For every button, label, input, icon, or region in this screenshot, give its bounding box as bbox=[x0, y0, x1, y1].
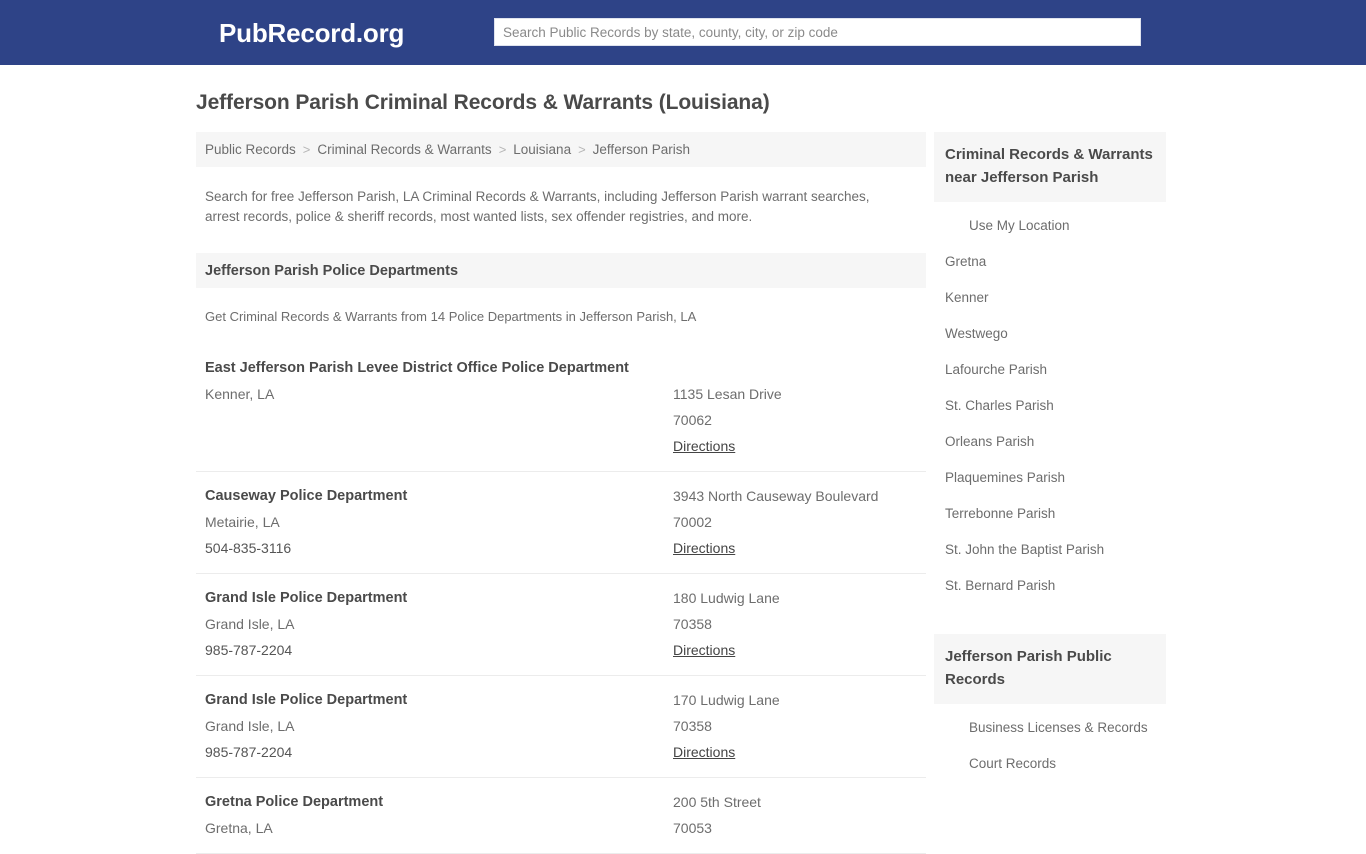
section-header: Jefferson Parish Police Departments bbox=[196, 253, 926, 288]
page-container: Jefferson Parish Criminal Records & Warr… bbox=[0, 65, 1366, 854]
sidebar-nearby-item-5[interactable]: Lafourche Parish bbox=[934, 352, 1166, 388]
listing-right-column: 1135 Lesan Drive 70062 Directions bbox=[673, 355, 917, 459]
breadcrumb-item-4: Jefferson Parish bbox=[592, 142, 690, 157]
breadcrumb-item-3[interactable]: Louisiana bbox=[513, 142, 571, 157]
listing-row: Gretna Police Department Gretna, LA 200 5t… bbox=[196, 778, 926, 854]
listing-city-state: Grand Isle, LA bbox=[205, 718, 295, 734]
main-column: Public Records > Criminal Records & Warran… bbox=[196, 132, 926, 854]
sidebar-nearby-item-3[interactable]: Kenner bbox=[934, 280, 1166, 316]
search-box bbox=[494, 18, 1141, 46]
listing-zip: 70002 bbox=[673, 514, 712, 530]
intro-paragraph: Search for free Jefferson Parish, LA Cri… bbox=[205, 189, 870, 224]
listing-zip: 70358 bbox=[673, 718, 712, 734]
sidebar-nearby-item-11[interactable]: St. Bernard Parish bbox=[934, 568, 1166, 604]
listings-table: East Jefferson Parish Levee District Off… bbox=[196, 344, 926, 854]
directions-link[interactable]: Directions bbox=[673, 739, 735, 765]
listing-name[interactable]: Gretna Police Department bbox=[205, 789, 673, 815]
listing-street-address: 1135 Lesan Drive bbox=[673, 386, 782, 402]
listing-phone[interactable]: 504-835-3116 bbox=[205, 535, 673, 561]
directions-link[interactable]: Directions bbox=[673, 433, 735, 459]
listing-left-column: East Jefferson Parish Levee District Off… bbox=[205, 355, 673, 459]
content-columns: Public Records > Criminal Records & Warran… bbox=[196, 132, 1366, 854]
listing-city-state: Grand Isle, LA bbox=[205, 616, 295, 632]
sidebar-nearby-item-7[interactable]: Orleans Parish bbox=[934, 424, 1166, 460]
listing-row: Causeway Police Department Metairie, LA 50… bbox=[196, 472, 926, 574]
site-header: PubRecord.org bbox=[0, 0, 1366, 65]
listing-phone[interactable]: 985-787-2204 bbox=[205, 637, 673, 663]
listing-street-address: 170 Ludwig Lane bbox=[673, 692, 780, 708]
sidebar-nearby-item-10[interactable]: St. John the Baptist Parish bbox=[934, 532, 1166, 568]
listing-zip: 70062 bbox=[673, 412, 712, 428]
listing-city-state: Metairie, LA bbox=[205, 514, 280, 530]
sidebar-public-record-item-2[interactable]: Court Records bbox=[934, 746, 1166, 782]
directions-link[interactable]: Directions bbox=[673, 535, 735, 561]
listing-right-column: 3943 North Causeway Boulevard 70002 Direct… bbox=[673, 483, 917, 561]
listing-row: East Jefferson Parish Levee District Off… bbox=[196, 344, 926, 472]
listing-row: Grand Isle Police Department Grand Isle, … bbox=[196, 574, 926, 676]
listing-name[interactable]: Grand Isle Police Department bbox=[205, 687, 673, 713]
listing-row: Grand Isle Police Department Grand Isle, … bbox=[196, 676, 926, 778]
listing-left-column: Gretna Police Department Gretna, LA bbox=[205, 789, 673, 841]
breadcrumb-separator: > bbox=[498, 142, 507, 157]
listing-phone[interactable]: 985-787-2204 bbox=[205, 739, 673, 765]
site-logo[interactable]: PubRecord.org bbox=[219, 19, 404, 47]
listing-left-column: Grand Isle Police Department Grand Isle, … bbox=[205, 585, 673, 663]
sidebar-nearby-item-4[interactable]: Westwego bbox=[934, 316, 1166, 352]
listing-zip: 70053 bbox=[673, 820, 712, 836]
listing-zip: 70358 bbox=[673, 616, 712, 632]
sidebar-nearby-item-1[interactable]: Use My Location bbox=[934, 208, 1166, 244]
search-input[interactable] bbox=[494, 18, 1141, 46]
breadcrumb-separator: > bbox=[578, 142, 586, 157]
sidebar-nearby-item-2[interactable]: Gretna bbox=[934, 244, 1166, 280]
sidebar-nearby-title: Criminal Records & Warrants near Jeffers… bbox=[934, 132, 1166, 202]
sidebar-public-records-list: Business Licenses & Records Court Records bbox=[934, 704, 1166, 782]
listing-street-address: 3943 North Causeway Boulevard bbox=[673, 488, 879, 504]
listing-street-address: 200 5th Street bbox=[673, 794, 761, 810]
listing-name[interactable]: Grand Isle Police Department bbox=[205, 585, 673, 611]
sidebar-section-public-records: Jefferson Parish Public Records Business… bbox=[934, 634, 1166, 782]
breadcrumb: Public Records > Criminal Records & Warran… bbox=[196, 132, 926, 167]
section-title: Jefferson Parish Police Departments bbox=[205, 262, 459, 279]
listing-left-column: Grand Isle Police Department Grand Isle, … bbox=[205, 687, 673, 765]
sidebar-nearby-item-9[interactable]: Terrebonne Parish bbox=[934, 496, 1166, 532]
sidebar-public-record-item-1[interactable]: Business Licenses & Records bbox=[934, 710, 1166, 746]
breadcrumb-item-2[interactable]: Criminal Records & Warrants bbox=[317, 142, 491, 157]
listing-right-column: 200 5th Street 70053 bbox=[673, 789, 917, 841]
sidebar-public-records-title: Jefferson Parish Public Records bbox=[934, 634, 1166, 704]
listing-left-column: Causeway Police Department Metairie, LA 50… bbox=[205, 483, 673, 561]
listing-name[interactable]: Causeway Police Department bbox=[205, 483, 673, 509]
listing-city-state: Gretna, LA bbox=[205, 820, 273, 836]
listing-right-column: 180 Ludwig Lane 70358 Directions bbox=[673, 585, 917, 663]
page-title: Jefferson Parish Criminal Records & Warr… bbox=[196, 91, 770, 114]
sidebar-nearby-item-8[interactable]: Plaquemines Parish bbox=[934, 460, 1166, 496]
listing-street-address: 180 Ludwig Lane bbox=[673, 590, 780, 606]
sidebar-nearby-item-6[interactable]: St. Charles Parish bbox=[934, 388, 1166, 424]
breadcrumb-separator: > bbox=[302, 142, 311, 157]
listing-name[interactable]: East Jefferson Parish Levee District Off… bbox=[205, 355, 673, 381]
listing-city-state: Kenner, LA bbox=[205, 386, 275, 402]
sidebar: Criminal Records & Warrants near Jeffers… bbox=[934, 132, 1166, 812]
sidebar-nearby-list: Use My Location Gretna Kenner Westwego Lafou… bbox=[934, 202, 1166, 604]
listing-right-column: 170 Ludwig Lane 70358 Directions bbox=[673, 687, 917, 765]
sidebar-section-nearby: Criminal Records & Warrants near Jeffers… bbox=[934, 132, 1166, 604]
breadcrumb-item-1[interactable]: Public Records bbox=[205, 142, 296, 157]
directions-link[interactable]: Directions bbox=[673, 637, 735, 663]
section-subtitle: Get Criminal Records & Warrants from 14 … bbox=[205, 309, 697, 324]
